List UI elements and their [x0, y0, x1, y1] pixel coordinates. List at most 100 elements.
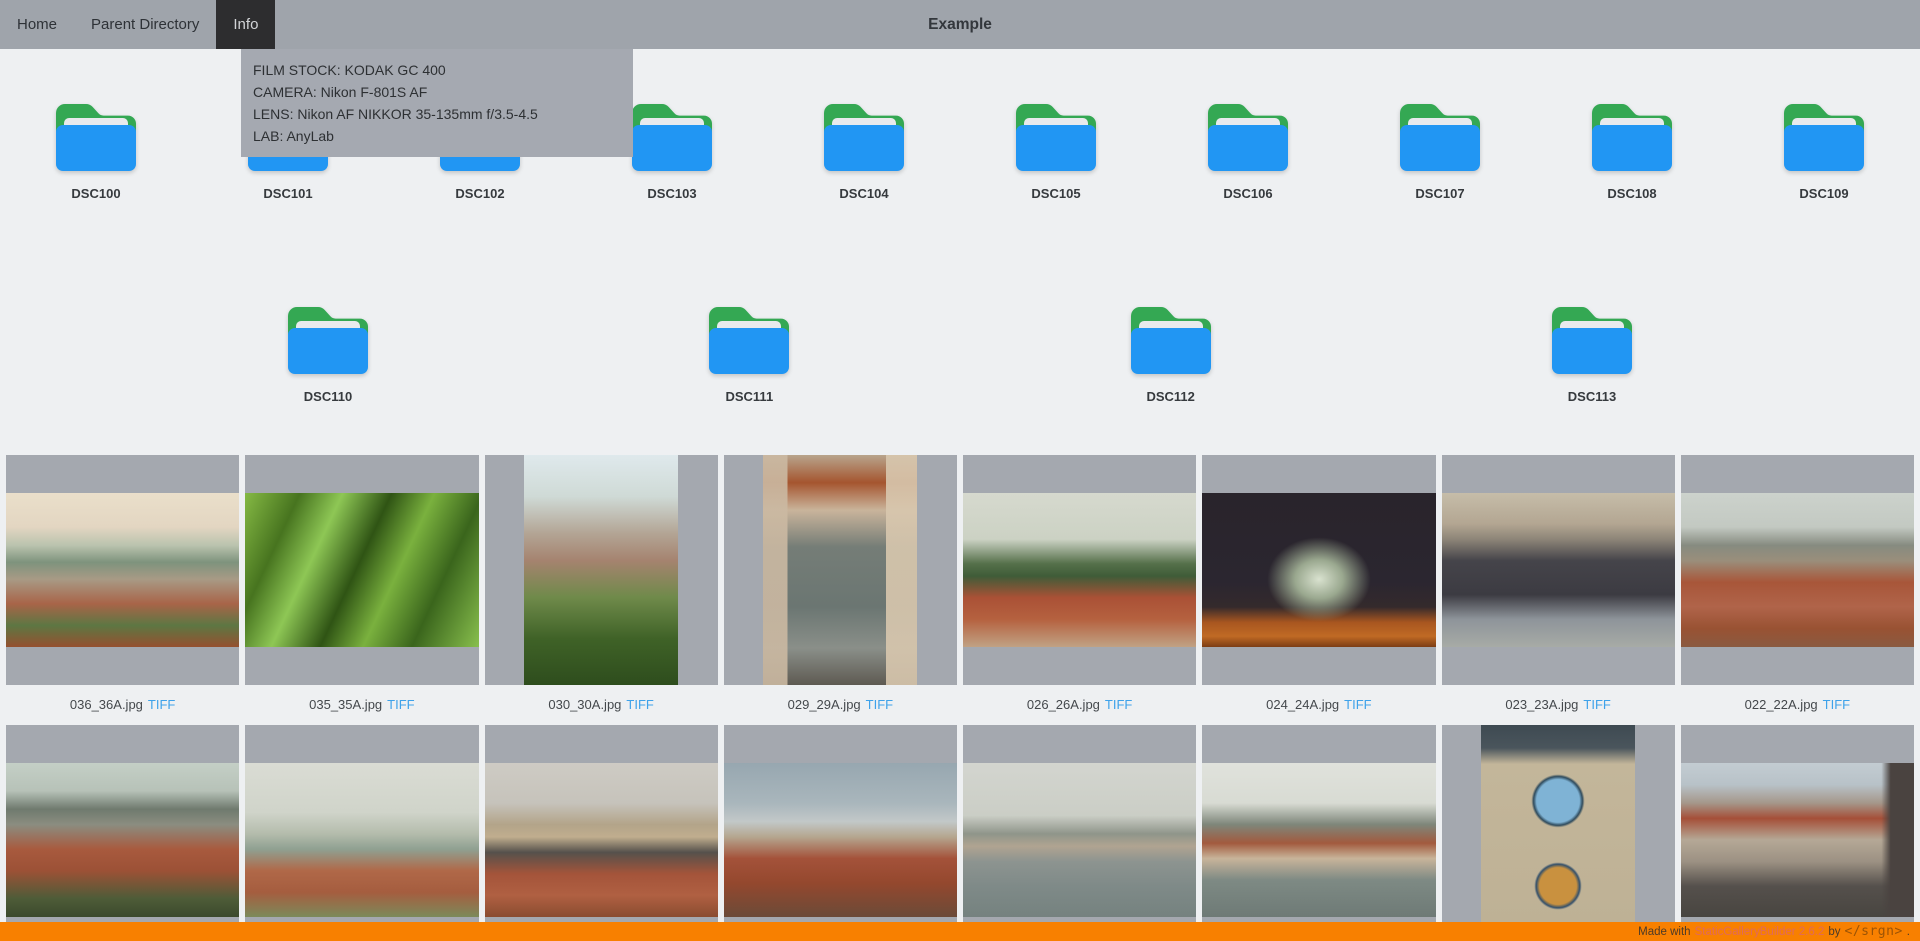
filename-text: 022_22A.jpg [1745, 697, 1818, 712]
caption: 024_24A.jpgTIFF [1202, 685, 1435, 723]
tiff-link[interactable]: TIFF [387, 697, 414, 712]
thumbnail-cell [1442, 725, 1675, 941]
folder-item-dsc107[interactable]: DSC107 [1344, 95, 1536, 201]
tiff-link[interactable]: TIFF [1105, 697, 1132, 712]
gallery-card: 022_22A.jpg TIFF [1681, 455, 1914, 723]
photo-thumbnail[interactable] [1442, 493, 1675, 647]
folder-item-dsc109[interactable]: DSC109 [1728, 95, 1920, 201]
folder-label: DSC110 [304, 389, 352, 404]
thumbnail-cell [724, 725, 957, 941]
folder-item-dsc113[interactable]: DSC113 [1548, 298, 1636, 404]
gallery-card [1442, 725, 1675, 941]
photo-thumbnail[interactable] [1481, 725, 1635, 941]
thumbnail-cell [724, 455, 957, 685]
gallery-card: 024_24A.jpgTIFF [1202, 455, 1435, 723]
tiff-link[interactable]: TIFF [626, 697, 653, 712]
folder-item-dsc112[interactable]: DSC112 [1127, 298, 1215, 404]
info-tooltip: FILM STOCK: KODAK GC 400 CAMERA: Nikon F… [241, 49, 633, 157]
folder-icon [820, 95, 908, 175]
photo-thumbnail[interactable] [1681, 493, 1914, 647]
gallery-card [1681, 725, 1914, 941]
tiff-link[interactable]: TIFF [1583, 697, 1610, 712]
nav-item-info[interactable]: Info [216, 0, 275, 49]
folder-label: DSC103 [647, 186, 696, 201]
photo-thumbnail[interactable] [485, 763, 718, 917]
photo-thumbnail[interactable] [763, 455, 917, 685]
made-with-text: Made with [1638, 926, 1690, 938]
photo-thumbnail[interactable] [963, 763, 1196, 917]
caption: 022_22A.jpg TIFF [1681, 685, 1914, 723]
filename-text: 035_35A.jpg [309, 697, 382, 712]
folder-item-dsc104[interactable]: DSC104 [768, 95, 960, 201]
folder-icon [705, 298, 793, 378]
folder-item-dsc100[interactable]: DSC100 [0, 95, 192, 201]
tiff-link[interactable]: TIFF [1344, 697, 1371, 712]
gallery-card [724, 725, 957, 941]
folder-label: DSC109 [1799, 186, 1848, 201]
thumbnail-cell [485, 455, 718, 685]
nav-item-parent-directory[interactable]: Parent Directory [74, 0, 216, 49]
folder-item-dsc105[interactable]: DSC105 [960, 95, 1152, 201]
folder-icon [628, 95, 716, 175]
photo-thumbnail[interactable] [1202, 493, 1435, 647]
folder-label: DSC100 [71, 186, 120, 201]
folder-label: DSC106 [1223, 186, 1272, 201]
caption: 026_26A.jpgTIFF [963, 685, 1196, 723]
builder-link[interactable]: StaticGalleryBuilder 2.6.2 [1695, 926, 1825, 938]
page-title: Example [928, 16, 992, 34]
thumbnail-cell [245, 725, 478, 941]
caption: 030_30A.jpgTIFF [485, 685, 718, 723]
gallery-page: Home Parent Directory Info Example FILM … [0, 0, 1920, 941]
photo-thumbnail[interactable] [6, 763, 239, 917]
photo-thumbnail[interactable] [524, 455, 678, 685]
tooltip-line-lens: LENS: Nikon AF NIKKOR 35-135mm f/3.5-4.5 [253, 103, 621, 125]
folder-label: DSC104 [839, 186, 888, 201]
srgn-logo[interactable]: </srgn> [1845, 924, 1903, 939]
photo-thumbnail[interactable] [1202, 763, 1435, 917]
photo-thumbnail[interactable] [1681, 763, 1914, 917]
folder-icon [284, 298, 372, 378]
folder-label: DSC102 [455, 186, 504, 201]
gallery-card: 023_23A.jpgTIFF [1442, 455, 1675, 723]
folder-label: DSC112 [1146, 389, 1194, 404]
folder-item-dsc106[interactable]: DSC106 [1152, 95, 1344, 201]
folder-label: DSC113 [1568, 389, 1616, 404]
thumbnail-cell [1442, 455, 1675, 685]
folder-item-dsc108[interactable]: DSC108 [1536, 95, 1728, 201]
thumbnail-cell [1202, 725, 1435, 941]
gallery-card [963, 725, 1196, 941]
folder-icon [1780, 95, 1868, 175]
folder-item-dsc111[interactable]: DSC111 [705, 298, 793, 404]
folder-label: DSC105 [1031, 186, 1080, 201]
footer-period: . [1907, 926, 1910, 938]
folder-item-dsc110[interactable]: DSC110 [284, 298, 372, 404]
photo-thumbnail[interactable] [963, 493, 1196, 647]
filename-text: 036_36A.jpg [70, 697, 143, 712]
by-text: by [1828, 926, 1840, 938]
thumbnail-grid-row-1: 036_36A.jpg TIFF 035_35A.jpg TIFF 030_30A.… [0, 455, 1920, 723]
footer-bar: Made with StaticGalleryBuilder 2.6.2 by … [0, 922, 1920, 941]
thumbnail-cell [245, 455, 478, 685]
caption: 029_29A.jpg TIFF [724, 685, 957, 723]
gallery-card: 035_35A.jpg TIFF [245, 455, 478, 723]
folder-label: DSC108 [1607, 186, 1656, 201]
tiff-link[interactable]: TIFF [866, 697, 893, 712]
photo-thumbnail[interactable] [245, 493, 478, 647]
photo-thumbnail[interactable] [724, 763, 957, 917]
folder-icon [1012, 95, 1100, 175]
photo-thumbnail[interactable] [245, 763, 478, 917]
folder-label: DSC111 [725, 389, 773, 404]
gallery-card [245, 725, 478, 941]
gallery-card: 030_30A.jpgTIFF [485, 455, 718, 723]
nav-item-home[interactable]: Home [0, 0, 74, 49]
tiff-link[interactable]: TIFF [148, 697, 175, 712]
tooltip-line-lab: LAB: AnyLab [253, 125, 621, 147]
thumbnail-cell [1681, 725, 1914, 941]
filename-text: 029_29A.jpg [788, 697, 861, 712]
folder-icon [52, 95, 140, 175]
thumbnail-cell [1681, 455, 1914, 685]
tiff-link[interactable]: TIFF [1823, 697, 1850, 712]
gallery-card [1202, 725, 1435, 941]
photo-thumbnail[interactable] [6, 493, 239, 647]
gallery-card [6, 725, 239, 941]
